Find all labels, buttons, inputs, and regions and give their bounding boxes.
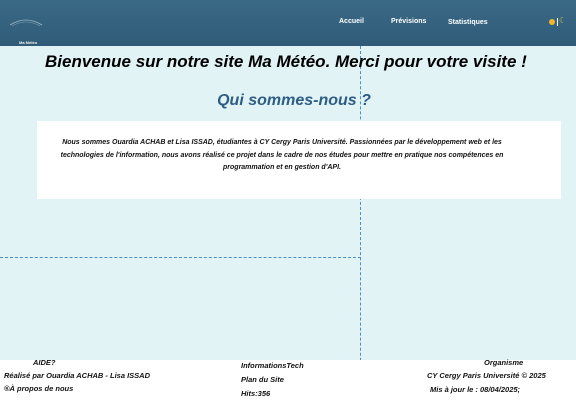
logo-text: Ma Météo xyxy=(19,40,38,45)
about-text: Nous sommes Ouardia ACHAB et Lisa ISSAD,… xyxy=(60,139,504,171)
moon-icon: ☾ xyxy=(559,16,567,25)
footer-credit: Réalisé par Ouardia ACHAB - Lisa ISSAD xyxy=(4,371,151,380)
site-logo[interactable]: Ma Météo xyxy=(6,13,46,45)
footer-updated-date: Mis à jour le : 08/04/2025; xyxy=(430,385,521,394)
footer-info-title: InformationsTech xyxy=(241,361,304,370)
footer-sitemap-link[interactable]: Plan du Site xyxy=(241,375,284,384)
footer-help-title: AIDE? xyxy=(33,358,56,367)
logo-arc-icon xyxy=(9,19,43,27)
about-heading: Qui sommes-nous ? xyxy=(217,92,371,109)
footer-hit-counter: Hits:356 xyxy=(241,389,271,398)
dashed-guide-horizontal xyxy=(0,257,361,258)
footer-copyright: CY Cergy Paris Université © 2025 xyxy=(427,371,546,380)
footer-about-link[interactable]: ®À propos de nous xyxy=(4,384,73,393)
about-card: Nous sommes Ouardia ACHAB et Lisa ISSAD,… xyxy=(37,121,561,199)
top-header: Ma Météo Accueil Prévisions Statistiques… xyxy=(0,0,576,46)
footer: AIDE? Réalisé par Ouardia ACHAB - Lisa I… xyxy=(0,358,576,401)
welcome-heading: Bienvenue sur notre site Ma Météo. Merci… xyxy=(45,52,527,71)
nav-home-link[interactable]: Accueil xyxy=(339,18,364,25)
sun-icon xyxy=(549,19,555,25)
nav-stats-link[interactable]: Statistiques xyxy=(448,19,488,26)
toggle-divider xyxy=(557,18,558,26)
theme-toggle[interactable]: ☾ xyxy=(549,16,571,28)
nav-forecast-link[interactable]: Prévisions xyxy=(391,18,426,25)
footer-org-title: Organisme xyxy=(484,358,524,367)
